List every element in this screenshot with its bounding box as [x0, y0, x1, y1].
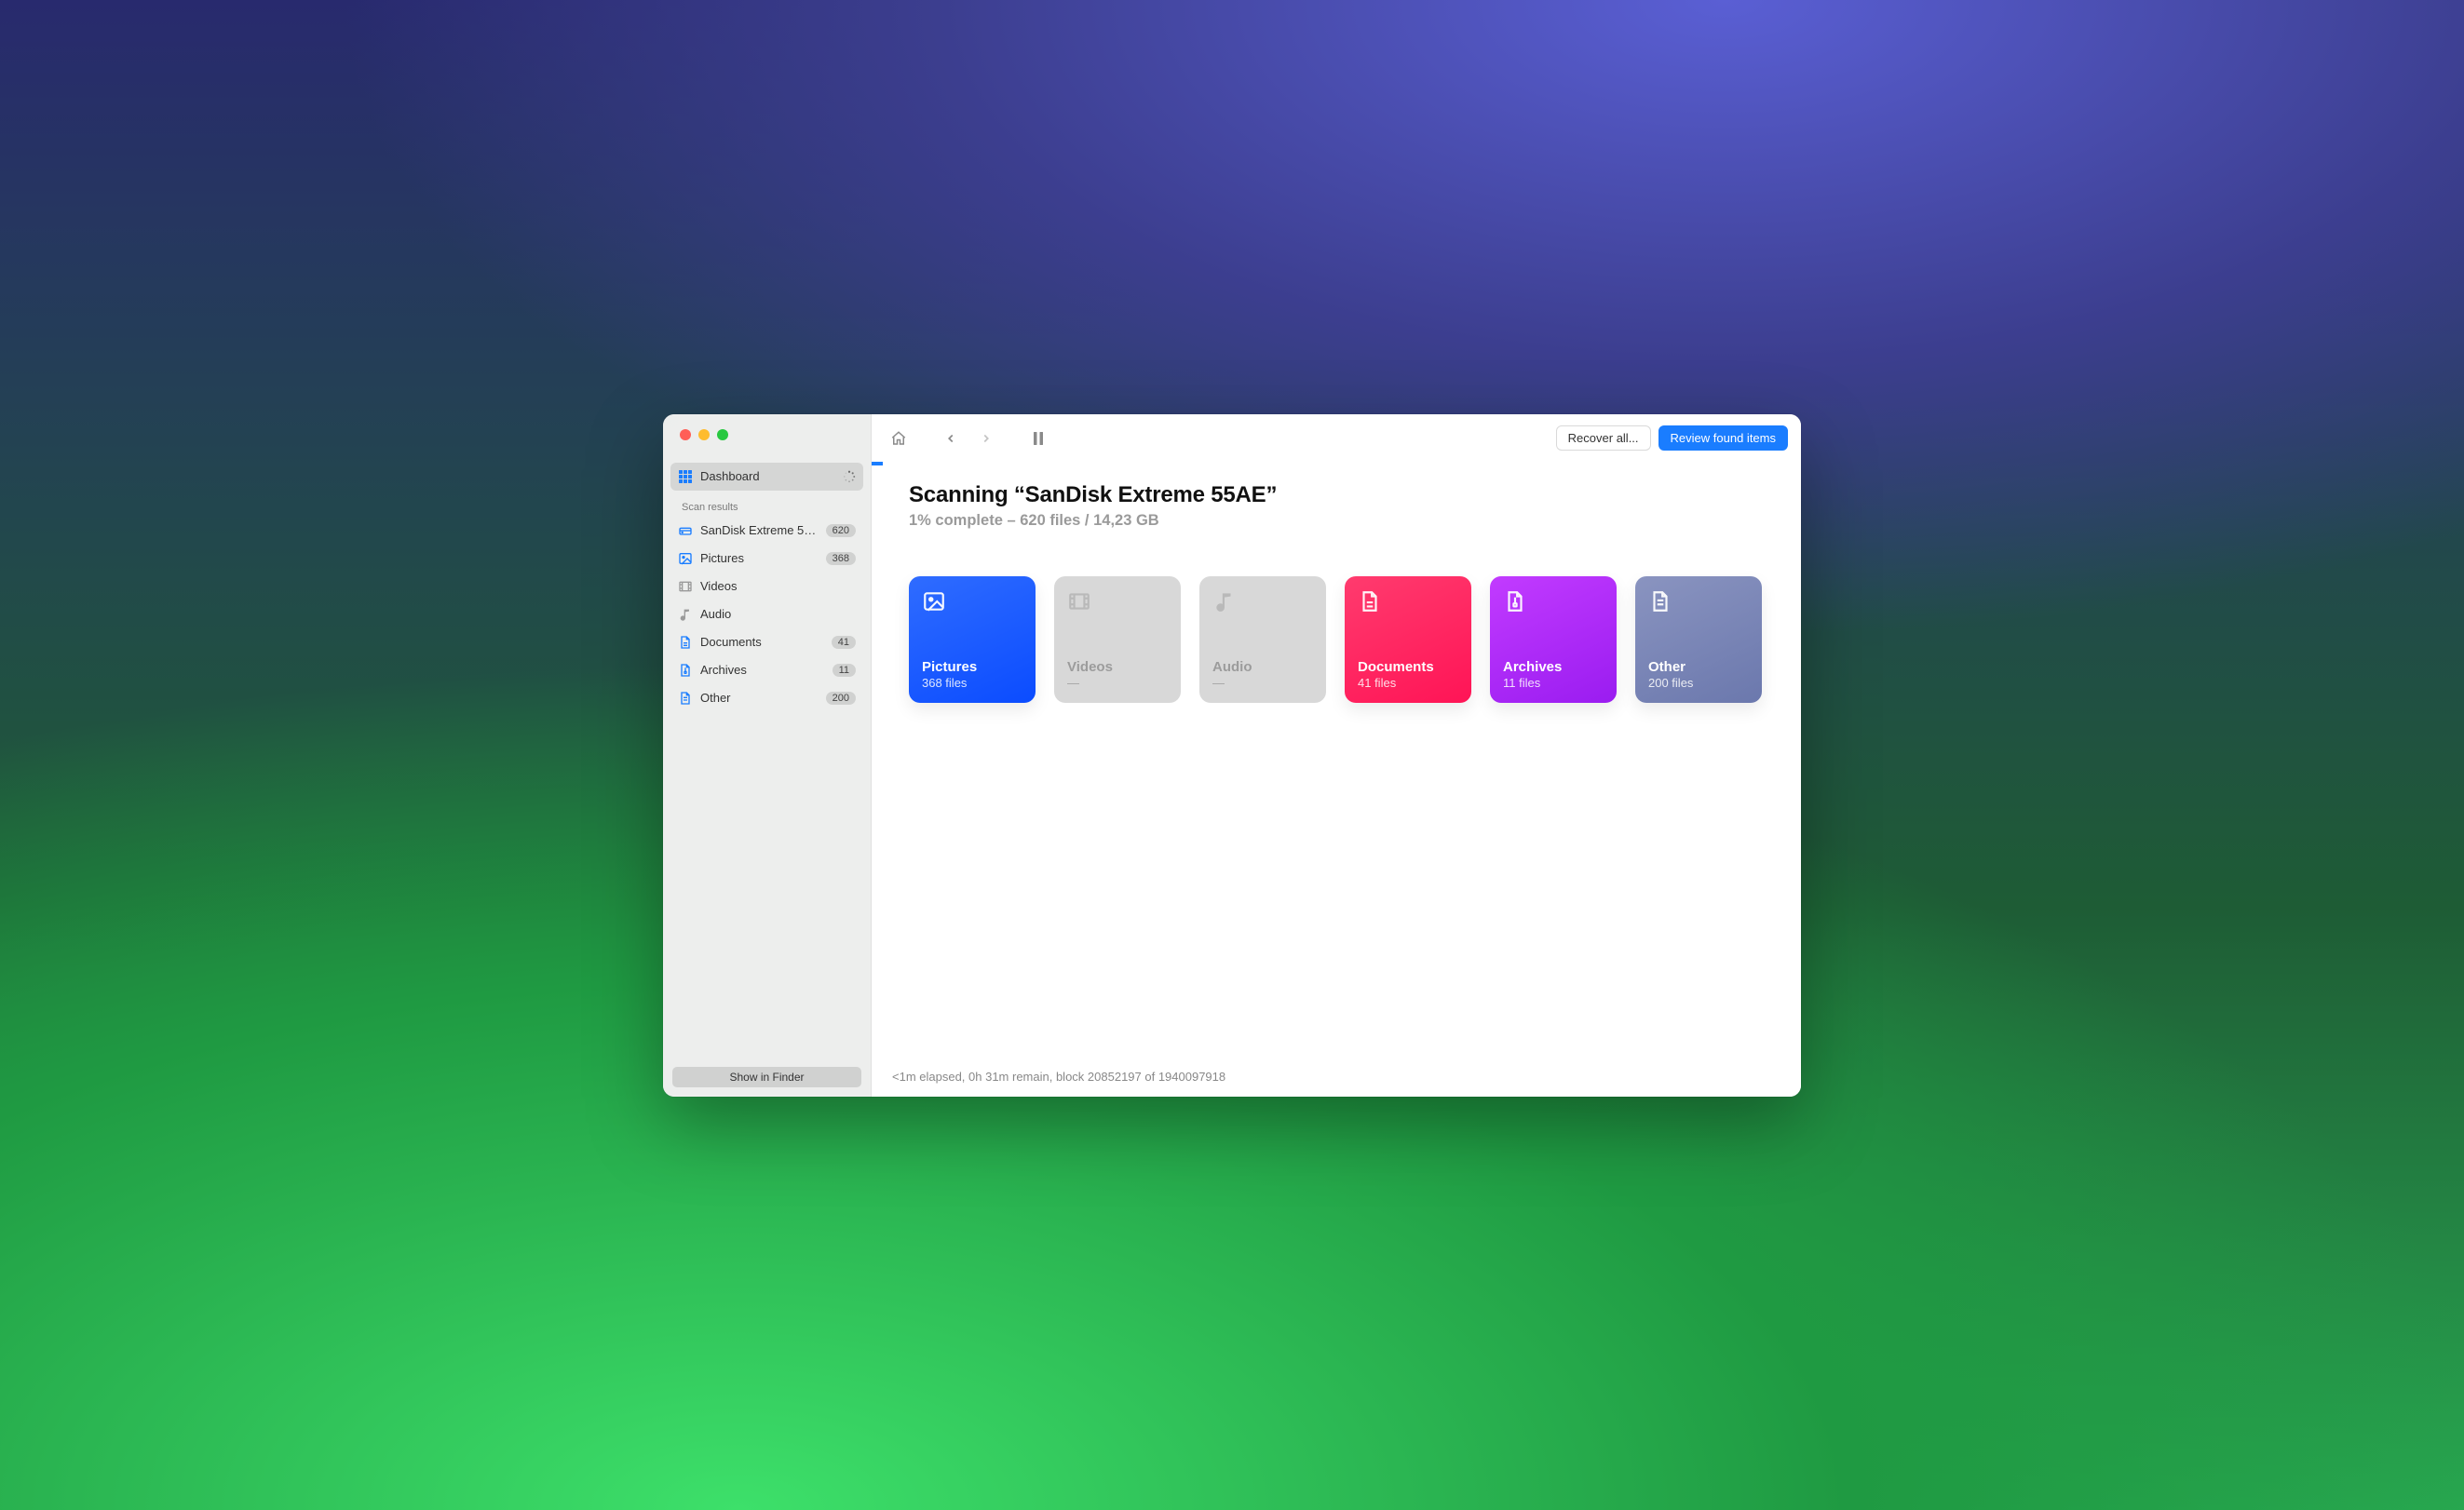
- archive-icon: [678, 663, 693, 678]
- drive-icon: [678, 523, 693, 538]
- zoom-window-button[interactable]: [717, 429, 728, 440]
- grid-icon: [678, 469, 693, 484]
- category-card-documents[interactable]: Documents41 files: [1345, 576, 1471, 703]
- sidebar-item-drive[interactable]: SanDisk Extreme 5… 620: [670, 517, 863, 545]
- category-card-videos: Videos—: [1054, 576, 1181, 703]
- video-icon: [678, 579, 693, 594]
- sidebar-item-label: SanDisk Extreme 5…: [700, 523, 819, 537]
- card-subtitle: —: [1212, 676, 1313, 690]
- sidebar-item-label: Other: [700, 691, 819, 705]
- category-card-audio: Audio—: [1199, 576, 1326, 703]
- scanning-spinner-icon: [843, 470, 856, 483]
- forward-button[interactable]: [972, 425, 1000, 452]
- doc-icon: [678, 635, 693, 650]
- category-card-other[interactable]: Other200 files: [1635, 576, 1762, 703]
- category-card-pictures[interactable]: Pictures368 files: [909, 576, 1036, 703]
- sidebar-item-label: Archives: [700, 663, 825, 677]
- pause-scan-button[interactable]: [1024, 425, 1052, 452]
- category-card-archives[interactable]: Archives11 files: [1490, 576, 1617, 703]
- toolbar: Recover all... Review found items: [872, 414, 1801, 463]
- sidebar-item-label: Videos: [700, 579, 856, 593]
- sidebar-item-label: Dashboard: [700, 469, 835, 483]
- other-icon: [678, 691, 693, 706]
- image-icon: [678, 551, 693, 566]
- sidebar: Dashboard Scan results SanDisk Extreme 5…: [663, 414, 872, 1097]
- sidebar-item-label: Documents: [700, 635, 824, 649]
- count-badge: 620: [826, 524, 856, 537]
- page-subtitle: 1% complete – 620 files / 14,23 GB: [909, 512, 1764, 530]
- doc-icon: [1358, 589, 1382, 613]
- sidebar-item-image[interactable]: Pictures 368: [670, 545, 863, 573]
- count-badge: 368: [826, 552, 856, 565]
- sidebar-item-audio[interactable]: Audio: [670, 600, 863, 628]
- card-title: Other: [1648, 659, 1749, 675]
- sidebar-item-video[interactable]: Videos: [670, 573, 863, 600]
- back-button[interactable]: [937, 425, 965, 452]
- audio-icon: [1212, 589, 1237, 613]
- archive-icon: [1503, 589, 1527, 613]
- audio-icon: [678, 607, 693, 622]
- count-badge: 41: [832, 636, 856, 649]
- main-panel: Recover all... Review found items Scanni…: [872, 414, 1801, 1097]
- count-badge: 200: [826, 692, 856, 705]
- sidebar-item-label: Pictures: [700, 551, 819, 565]
- close-window-button[interactable]: [680, 429, 691, 440]
- content-area: Scanning “SanDisk Extreme 55AE” 1% compl…: [872, 465, 1801, 1063]
- app-window: Dashboard Scan results SanDisk Extreme 5…: [663, 414, 1801, 1097]
- sidebar-section-header: Scan results: [670, 491, 863, 517]
- sidebar-item-label: Audio: [700, 607, 856, 621]
- card-title: Audio: [1212, 659, 1313, 675]
- card-subtitle: 11 files: [1503, 676, 1604, 690]
- card-subtitle: 41 files: [1358, 676, 1458, 690]
- card-subtitle: 200 files: [1648, 676, 1749, 690]
- card-title: Pictures: [922, 659, 1022, 675]
- image-icon: [922, 589, 946, 613]
- minimize-window-button[interactable]: [698, 429, 710, 440]
- page-title: Scanning “SanDisk Extreme 55AE”: [909, 482, 1764, 508]
- card-title: Videos: [1067, 659, 1168, 675]
- category-cards: Pictures368 filesVideos—Audio—Documents4…: [909, 576, 1764, 703]
- show-in-finder-button[interactable]: Show in Finder: [672, 1067, 861, 1087]
- sidebar-item-doc[interactable]: Documents 41: [670, 628, 863, 656]
- video-icon: [1067, 589, 1091, 613]
- window-controls: [663, 414, 871, 453]
- other-icon: [1648, 589, 1672, 613]
- status-bar: <1m elapsed, 0h 31m remain, block 208521…: [872, 1063, 1801, 1097]
- sidebar-nav: Dashboard Scan results SanDisk Extreme 5…: [663, 453, 871, 1058]
- recover-all-button[interactable]: Recover all...: [1556, 425, 1651, 451]
- card-subtitle: 368 files: [922, 676, 1022, 690]
- home-button[interactable]: [885, 425, 913, 452]
- card-subtitle: —: [1067, 676, 1168, 690]
- status-text: <1m elapsed, 0h 31m remain, block 208521…: [892, 1070, 1225, 1084]
- sidebar-footer: Show in Finder: [663, 1058, 871, 1097]
- sidebar-item-other[interactable]: Other 200: [670, 684, 863, 712]
- card-title: Archives: [1503, 659, 1604, 675]
- sidebar-item-archive[interactable]: Archives 11: [670, 656, 863, 684]
- sidebar-item-dashboard[interactable]: Dashboard: [670, 463, 863, 491]
- scan-progress-fill: [872, 462, 883, 465]
- review-found-items-button[interactable]: Review found items: [1658, 425, 1788, 451]
- scan-progress-bar: [872, 462, 1801, 465]
- count-badge: 11: [833, 664, 856, 677]
- card-title: Documents: [1358, 659, 1458, 675]
